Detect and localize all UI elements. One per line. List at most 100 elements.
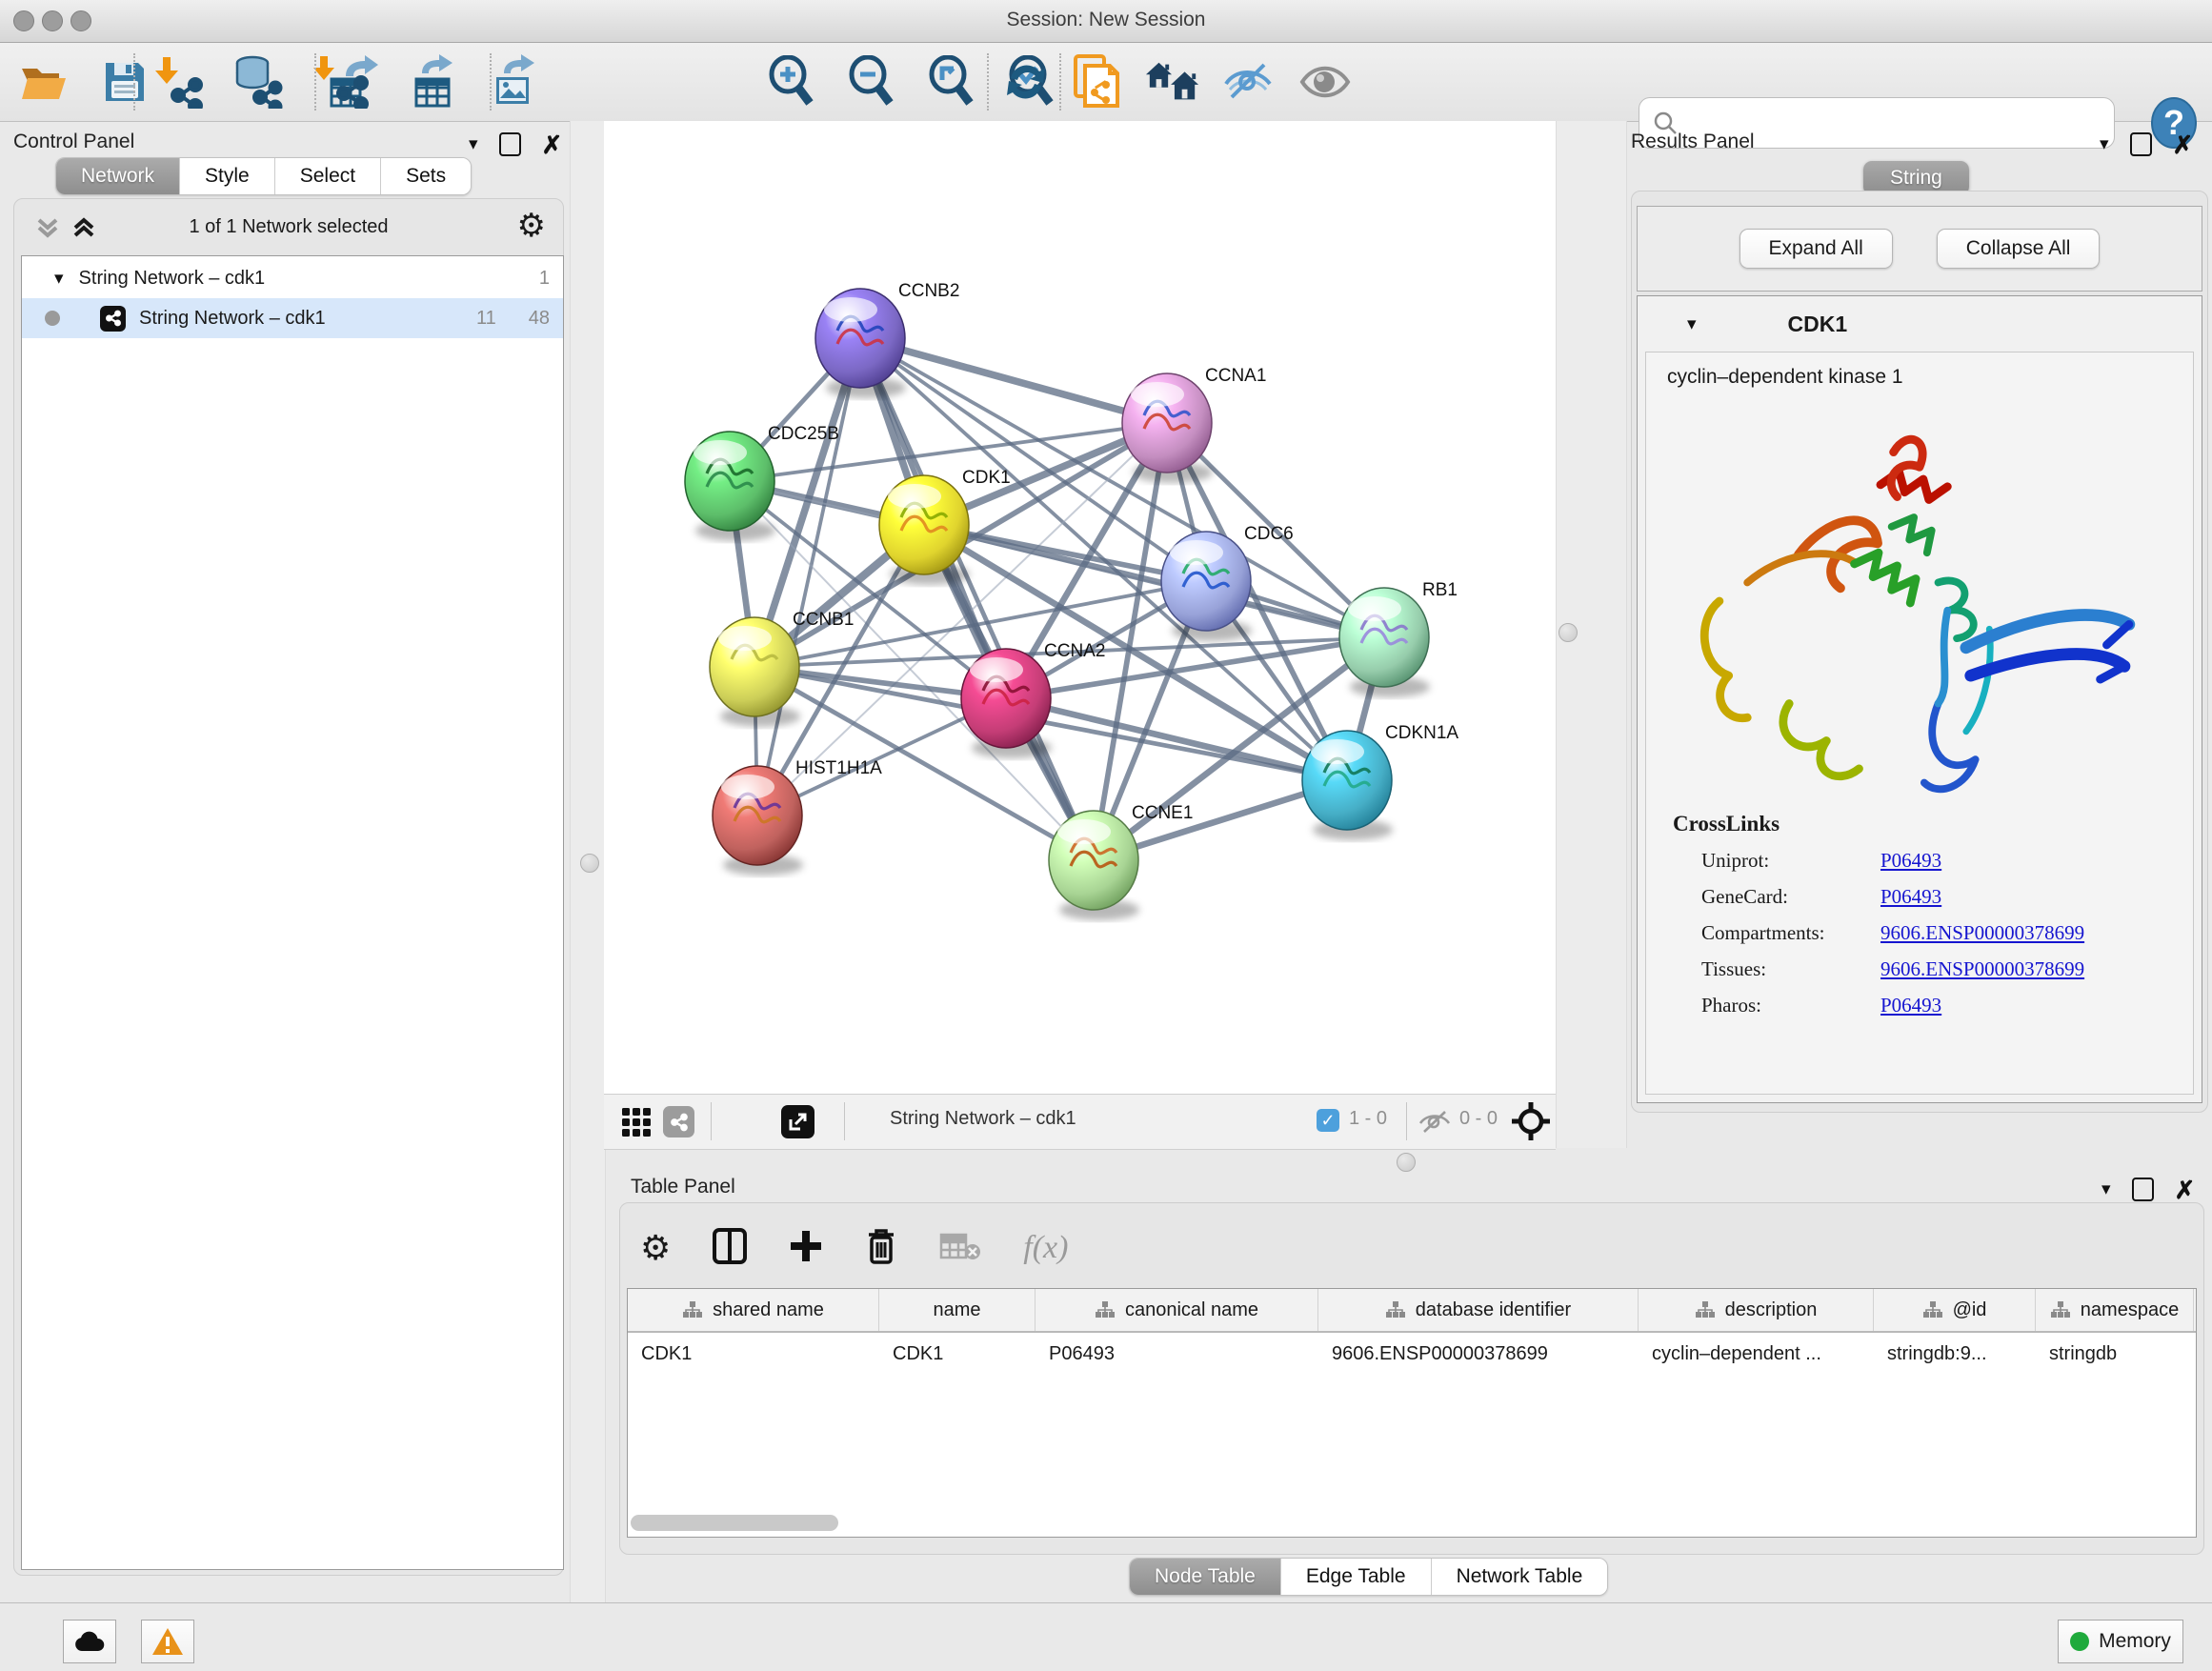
import-network-database-icon[interactable] <box>231 54 286 110</box>
fit-selected-crosshair-icon[interactable] <box>1511 1101 1551 1146</box>
network-row[interactable]: String Network – cdk1 11 48 <box>22 298 563 338</box>
export-network-icon[interactable] <box>328 54 383 110</box>
selected-checkbox-icon[interactable]: ✓ <box>1317 1109 1339 1132</box>
column-header-shared-name[interactable]: shared name <box>628 1289 879 1331</box>
network-node-RB1[interactable]: RB1 <box>1339 580 1458 697</box>
home-pair-icon[interactable] <box>1145 54 1200 110</box>
network-edge[interactable] <box>860 338 1094 860</box>
toolbar-separator <box>490 53 492 111</box>
network-edge[interactable] <box>757 338 860 815</box>
save-session-icon[interactable] <box>97 54 152 110</box>
table-horizontal-scrollbar[interactable] <box>631 1515 838 1531</box>
crosslink-row: Pharos:P06493 <box>1701 994 2193 1017</box>
hide-eye-icon[interactable] <box>1221 54 1277 110</box>
string-documents-icon[interactable] <box>1069 54 1124 110</box>
collapse-all-button[interactable]: Collapse All <box>1937 229 2101 269</box>
bottom-splitter-handle[interactable] <box>1397 1153 1416 1172</box>
column-header-@id[interactable]: @id <box>1874 1289 2036 1331</box>
results-panel-float-icon[interactable] <box>2130 132 2152 156</box>
table-panel-close-icon[interactable]: ✗ <box>2175 1180 2196 1199</box>
node-table[interactable]: shared namenamecanonical namedatabase id… <box>627 1288 2197 1538</box>
network-node-HIST1H1A[interactable]: HIST1H1A <box>713 758 882 876</box>
node-label-CDC6: CDC6 <box>1244 524 1294 544</box>
show-eye-icon[interactable] <box>1297 54 1353 110</box>
left-splitter-handle[interactable] <box>580 854 599 873</box>
expand-all-button[interactable]: Expand All <box>1739 229 1893 269</box>
control-panel-menu-icon[interactable]: ▾ <box>469 133 478 155</box>
open-session-icon[interactable] <box>17 54 72 110</box>
export-table-icon[interactable] <box>408 54 463 110</box>
table-cell[interactable]: stringdb <box>2036 1333 2194 1375</box>
table-settings-gear-icon[interactable]: ⚙ <box>640 1229 671 1268</box>
network-node-CCNA2[interactable]: CCNA2 <box>961 641 1105 758</box>
column-header-canonical-name[interactable]: canonical name <box>1036 1289 1318 1331</box>
tab-style[interactable]: Style <box>180 158 275 194</box>
column-header-description[interactable]: description <box>1639 1289 1874 1331</box>
network-options-gear-icon[interactable]: ⚙ <box>517 207 546 245</box>
collection-label: String Network – cdk1 <box>79 268 266 290</box>
table-cell[interactable]: 9606.ENSP00000378699 <box>1318 1333 1639 1375</box>
network-collection-row[interactable]: ▾ String Network – cdk1 1 <box>22 256 563 298</box>
crosslink-value-link[interactable]: P06493 <box>1880 885 1941 909</box>
table-cell[interactable]: cyclin–dependent ... <box>1639 1333 1874 1375</box>
protein-structure-image <box>1653 396 2186 806</box>
table-panel-float-icon[interactable] <box>2132 1178 2154 1201</box>
crosslink-value-link[interactable]: P06493 <box>1880 994 1941 1017</box>
network-status-dot <box>45 311 60 326</box>
tab-select[interactable]: Select <box>275 158 381 194</box>
column-header-namespace[interactable]: namespace <box>2036 1289 2194 1331</box>
network-node-CCNA1[interactable]: CCNA1 <box>1122 366 1266 483</box>
zoom-in-icon[interactable] <box>764 54 819 110</box>
tab-sets[interactable]: Sets <box>381 158 471 194</box>
right-splitter-handle[interactable] <box>1558 623 1578 642</box>
node-label-HIST1H1A: HIST1H1A <box>795 758 882 778</box>
memory-button[interactable]: Memory <box>2058 1620 2183 1663</box>
export-image-icon[interactable] <box>488 54 543 110</box>
network-label: String Network – cdk1 <box>139 308 326 330</box>
tab-network-table[interactable]: Network Table <box>1432 1559 1608 1595</box>
column-header-label: @id <box>1953 1299 1987 1321</box>
node-label-CDKN1A: CDKN1A <box>1385 723 1458 743</box>
protein-disclosure-icon[interactable]: ▾ <box>1687 313 1697 335</box>
node-label-CCNE1: CCNE1 <box>1132 803 1193 823</box>
open-in-new-icon[interactable] <box>781 1105 814 1138</box>
refresh-icon[interactable] <box>998 54 1054 110</box>
network-edges <box>730 338 1384 860</box>
table-panel-menu-icon[interactable]: ▾ <box>2101 1178 2111 1200</box>
column-header-database-identifier[interactable]: database identifier <box>1318 1289 1639 1331</box>
results-panel-close-icon[interactable]: ✗ <box>2173 135 2194 154</box>
column-header-name[interactable]: name <box>879 1289 1036 1331</box>
table-cell[interactable]: stringdb:9... <box>1874 1333 2036 1375</box>
network-node-CCNE1[interactable]: CCNE1 <box>1049 803 1193 920</box>
tab-network[interactable]: Network <box>56 158 180 194</box>
column-tree-icon <box>1922 1300 1943 1319</box>
birdseye-grid-icon[interactable] <box>621 1107 652 1142</box>
zoom-fit-icon[interactable] <box>924 54 979 110</box>
zoom-out-icon[interactable] <box>844 54 899 110</box>
control-panel-float-icon[interactable] <box>499 132 521 156</box>
import-network-file-icon[interactable] <box>151 54 206 110</box>
network-node-CDKN1A[interactable]: CDKN1A <box>1302 723 1458 840</box>
crosslink-value-link[interactable]: 9606.ENSP00000378699 <box>1880 957 2084 981</box>
network-selection-status: 1 of 1 Network selected <box>14 216 563 238</box>
network-canvas[interactable]: CCNB2CCNA1CDC25BCDK1CDC6RB1CCNB1CCNA2CDK… <box>604 121 1556 1094</box>
cloud-button[interactable] <box>63 1620 116 1663</box>
table-cell[interactable]: CDK1 <box>879 1333 1036 1375</box>
warnings-button[interactable] <box>141 1620 194 1663</box>
table-cell[interactable]: P06493 <box>1036 1333 1318 1375</box>
hidden-eye-icon[interactable] <box>1418 1110 1452 1139</box>
delete-column-icon[interactable] <box>865 1227 897 1270</box>
show-columns-icon[interactable] <box>713 1227 747 1270</box>
network-node-CDC6[interactable]: CDC6 <box>1161 524 1294 641</box>
add-column-icon[interactable] <box>789 1229 823 1268</box>
results-panel-menu-icon[interactable]: ▾ <box>2100 133 2109 155</box>
table-cell[interactable]: CDK1 <box>628 1333 879 1375</box>
crosslink-value-link[interactable]: 9606.ENSP00000378699 <box>1880 921 2084 945</box>
string-badge-icon[interactable] <box>663 1106 694 1137</box>
table-row[interactable]: CDK1CDK1P064939606.ENSP00000378699cyclin… <box>628 1333 2196 1375</box>
control-panel-close-icon[interactable]: ✗ <box>542 135 563 154</box>
crosslink-value-link[interactable]: P06493 <box>1880 849 1941 873</box>
tab-edge-table[interactable]: Edge Table <box>1281 1559 1432 1595</box>
collection-disclosure-icon[interactable]: ▾ <box>54 268 64 290</box>
tab-node-table[interactable]: Node Table <box>1130 1559 1281 1595</box>
